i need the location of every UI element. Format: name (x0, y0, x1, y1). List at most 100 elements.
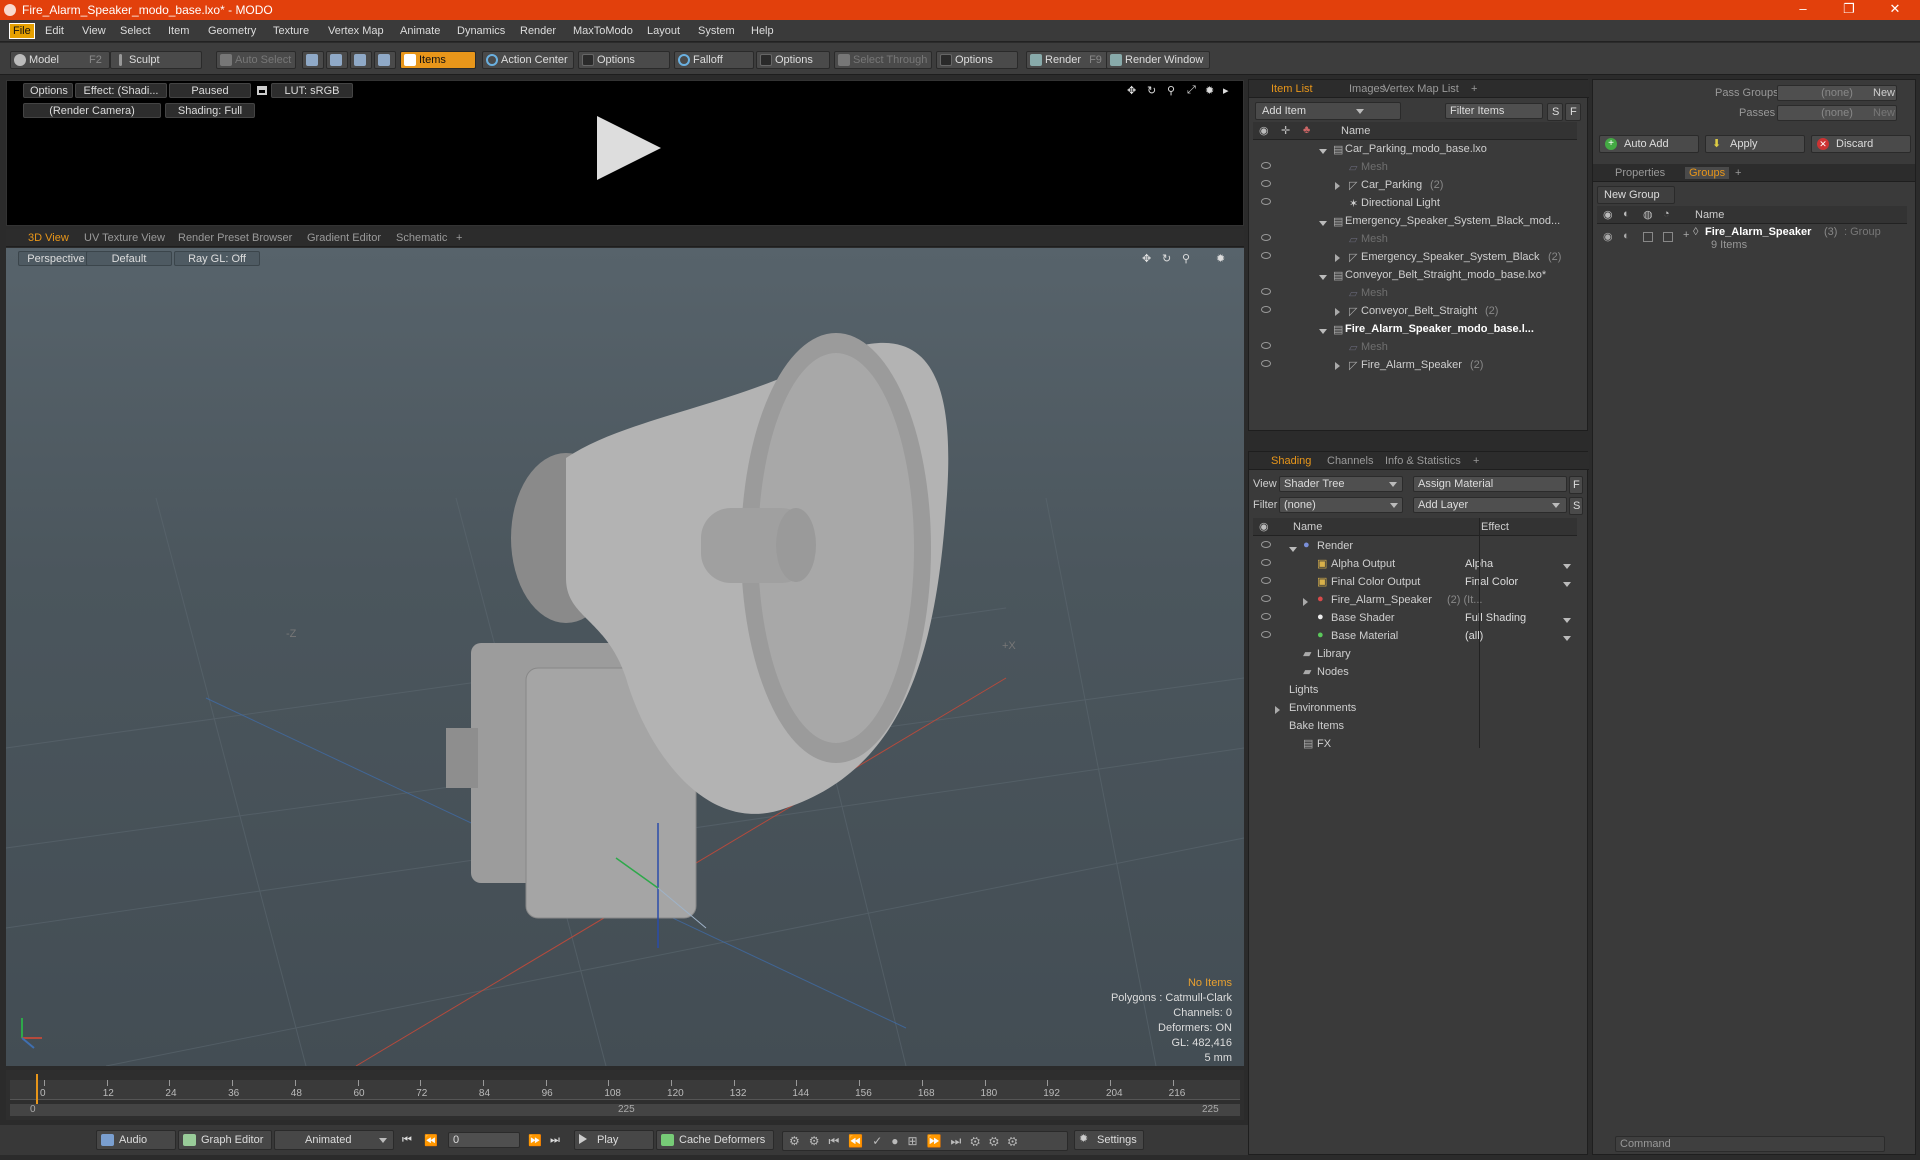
chevron-down-icon[interactable] (1559, 632, 1571, 644)
menu-help[interactable]: Help (751, 25, 774, 37)
audio-button[interactable]: Audio (96, 1130, 176, 1150)
vertices-mode-button[interactable] (302, 51, 324, 69)
paused-toggle[interactable]: Paused (169, 83, 251, 98)
effect-dropdown[interactable]: Effect: (Shadi... (75, 83, 167, 98)
render-button[interactable]: Render F9 (1026, 51, 1108, 69)
collapse-triangle-icon[interactable] (1319, 325, 1327, 337)
menu-animate[interactable]: Animate (400, 25, 440, 37)
item-list-row[interactable]: ▤ Emergency_Speaker_System_Black_mod... (1253, 213, 1577, 231)
menu-system[interactable]: System (698, 25, 735, 37)
item-list-row[interactable]: ◸ Conveyor_Belt_Straight (2) (1253, 303, 1577, 321)
tab-shading[interactable]: Shading (1271, 455, 1311, 467)
lock-icon[interactable] (257, 86, 267, 95)
pan-icon[interactable]: ✥ (1127, 84, 1136, 97)
eye-icon[interactable] (1261, 234, 1271, 241)
transport-icon-strip[interactable]: ⚙⚙⏮⏪✓●⊞⏩⏭⚙⚙⚙ (782, 1131, 1068, 1151)
new-group-button[interactable]: New Group (1597, 186, 1675, 204)
assign-material-dropdown[interactable]: Assign Material (1413, 476, 1567, 492)
menu-render[interactable]: Render (520, 25, 556, 37)
chevron-right-icon[interactable]: ▸ (1223, 84, 1229, 97)
falloff-button[interactable]: Falloff (674, 51, 754, 69)
item-list-row[interactable]: ▤ Car_Parking_modo_base.lxo (1253, 141, 1577, 159)
frame-input[interactable]: 0 (448, 1132, 520, 1148)
command-input[interactable]: Command (1615, 1136, 1885, 1152)
tab-images[interactable]: Images (1349, 83, 1385, 95)
tab-item-list[interactable]: Item List (1271, 83, 1313, 95)
s-button[interactable]: S (1547, 103, 1563, 121)
shader-tree-row[interactable]: ▰ Library (1253, 646, 1577, 664)
expand-icon[interactable]: + (1683, 229, 1689, 241)
shading-dropdown[interactable]: Shading: Full (165, 103, 255, 118)
s-button[interactable]: S (1569, 497, 1583, 515)
eye-icon[interactable] (1261, 198, 1271, 205)
perspective-dropdown[interactable]: Perspective (18, 251, 94, 266)
settings-button[interactable]: ✹ Settings (1074, 1130, 1144, 1150)
eye-icon[interactable] (1261, 342, 1271, 349)
lut-dropdown[interactable]: LUT: sRGB (271, 83, 353, 98)
render-camera-dropdown[interactable]: (Render Camera) (23, 103, 161, 118)
tab-info-statistics[interactable]: Info & Statistics (1385, 455, 1461, 467)
add-tab-button[interactable]: + (1473, 455, 1479, 467)
add-tab-button[interactable]: + (1735, 167, 1741, 179)
shader-tree-row[interactable]: ▣Alpha OutputAlpha (1253, 556, 1577, 574)
menu-geometry[interactable]: Geometry (208, 25, 256, 37)
falloff-options-button[interactable]: Options (756, 51, 830, 69)
menu-select[interactable]: Select (120, 25, 151, 37)
item-list-row[interactable]: ▱ Mesh (1253, 231, 1577, 249)
menu-file[interactable]: File (9, 23, 35, 39)
play-button[interactable]: Play (574, 1130, 654, 1150)
shader-tree-row[interactable]: ▤ FX (1253, 736, 1577, 754)
shader-tree-row[interactable]: ● Fire_Alarm_Speaker (2) (It... (1253, 592, 1577, 610)
menu-vertex-map[interactable]: Vertex Map (328, 25, 384, 37)
menu-dynamics[interactable]: Dynamics (457, 25, 505, 37)
items-mode-button[interactable]: Items (400, 51, 476, 69)
effect-dropdown[interactable]: Final Color (1465, 576, 1518, 588)
apply-button[interactable]: ⬇ Apply (1705, 135, 1805, 153)
eye-icon[interactable] (1261, 541, 1271, 548)
item-list-row[interactable]: ✶ Directional Light (1253, 195, 1577, 213)
animated-dropdown[interactable]: Animated (274, 1130, 394, 1150)
expand-triangle-icon[interactable] (1303, 597, 1308, 609)
menu-maxtomodo[interactable]: MaxToModo (573, 25, 633, 37)
menu-texture[interactable]: Texture (273, 25, 309, 37)
eye-icon[interactable] (1261, 288, 1271, 295)
restore-button[interactable]: ❐ (1834, 1, 1864, 17)
select-through-options-button[interactable]: Options (936, 51, 1018, 69)
expand-triangle-icon[interactable] (1275, 705, 1280, 717)
render-window-button[interactable]: Render Window (1106, 51, 1210, 69)
tab-channels[interactable]: Channels (1327, 455, 1373, 467)
shader-tree-row[interactable]: ● Base Shader Full Shading (1253, 610, 1577, 628)
item-list-row[interactable]: ◸ Fire_Alarm_Speaker (2) (1253, 357, 1577, 375)
chevron-down-icon[interactable] (1559, 560, 1571, 572)
render-toggle-icon[interactable]: ◐ (1623, 230, 1630, 242)
chevron-down-icon[interactable] (1559, 614, 1571, 626)
collapse-triangle-icon[interactable] (1319, 145, 1327, 157)
auto-select-button[interactable]: Auto Select (216, 51, 296, 69)
new-pass-label[interactable]: New (1873, 107, 1895, 119)
menu-edit[interactable]: Edit (45, 25, 64, 37)
viewport-zoom-icon[interactable]: ⚲ (1182, 252, 1190, 265)
tab-gradient-editor[interactable]: Gradient Editor (307, 232, 381, 244)
shader-tree-row[interactable]: ▰ Nodes (1253, 664, 1577, 682)
prev-key-icon[interactable]: ⏪ (424, 1134, 438, 1147)
auto-add-button[interactable]: + Auto Add (1599, 135, 1699, 153)
polygons-mode-button[interactable] (350, 51, 372, 69)
item-list-row[interactable]: ▱ Mesh (1253, 285, 1577, 303)
shader-tree-row[interactable]: Lights (1253, 682, 1577, 700)
shader-tree-row[interactable]: ▣ Final Color Output Final Color (1253, 574, 1577, 592)
3d-viewport[interactable]: Perspective Default Ray GL: Off ✥ ↻ ⚲ ✹ … (6, 248, 1244, 1066)
last-frame-icon[interactable]: ⏭ (550, 1134, 560, 1147)
minimize-button[interactable]: – (1788, 1, 1818, 16)
expand-triangle-icon[interactable] (1335, 307, 1340, 319)
effect-dropdown[interactable]: (all) (1465, 630, 1483, 642)
collapse-triangle-icon[interactable] (1289, 543, 1297, 555)
menu-item[interactable]: Item (168, 25, 189, 37)
edges-mode-button[interactable] (326, 51, 348, 69)
effect-dropdown[interactable]: Full Shading (1465, 612, 1526, 624)
expand-triangle-icon[interactable] (1335, 181, 1340, 193)
lock-checkbox[interactable] (1643, 232, 1653, 242)
tab-render-preset-browser[interactable]: Render Preset Browser (178, 232, 292, 244)
eye-icon[interactable] (1261, 577, 1271, 584)
tab-3d-view[interactable]: 3D View (28, 232, 69, 244)
speaker-model[interactable] (446, 333, 949, 919)
